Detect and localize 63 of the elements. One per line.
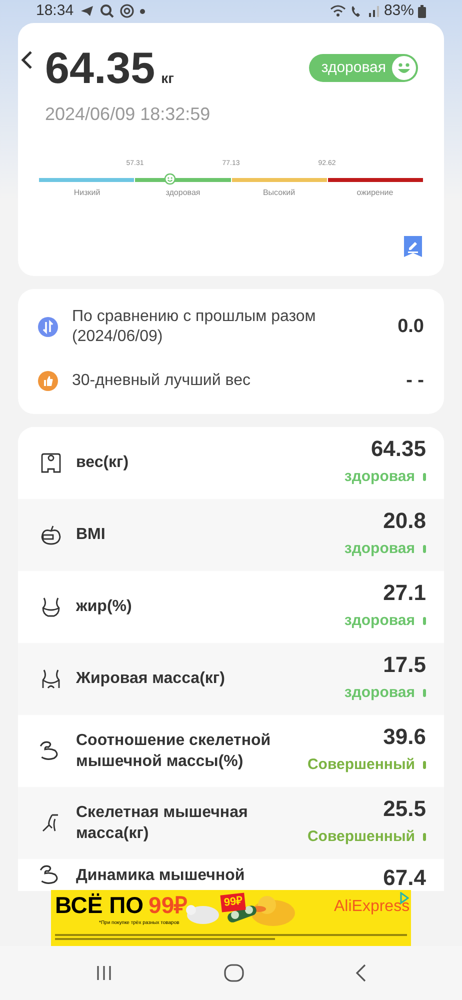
metric-value: 64.35 xyxy=(370,436,426,462)
metric-status: Совершенный xyxy=(307,754,415,774)
clock: 18:34 xyxy=(36,0,74,21)
up-down-arrows-icon xyxy=(38,317,58,337)
range-label: здоровая xyxy=(166,187,200,199)
signal-icon xyxy=(368,5,380,17)
comparison-value: - - xyxy=(406,369,424,393)
metric-label: Динамика мышечной xyxy=(76,866,246,886)
level-tick-icon xyxy=(423,616,426,625)
level-tick-icon xyxy=(423,688,426,697)
apple-icon xyxy=(40,524,62,546)
metric-row[interactable]: Жировая масса(кг) 17.5 здоровая xyxy=(18,642,444,714)
metric-value: 67.4 xyxy=(383,864,426,890)
metric-label: Жировая масса(кг) xyxy=(76,669,226,689)
range-label: Высокий xyxy=(262,187,296,199)
measurement-date: 2024/06/09 18:32:59 xyxy=(45,103,210,126)
level-tick-icon xyxy=(423,472,426,481)
battery-icon xyxy=(418,4,426,18)
metric-row[interactable]: BMI 20.8 здоровая xyxy=(18,498,444,570)
metric-status: Совершенный xyxy=(307,826,415,846)
battery-percent: 83% xyxy=(384,0,414,21)
metric-row[interactable]: Скелетная мышечная масса(кг) 25.5 Совершенный xyxy=(18,786,444,858)
recent-apps-icon[interactable] xyxy=(95,965,114,981)
comparison-label: По сравнению с прошлым разом (2024/06/09) xyxy=(72,307,317,347)
search-icon xyxy=(100,4,114,18)
weight-value: 64.35 xyxy=(45,47,156,91)
weight-unit: кг xyxy=(161,69,174,88)
thumbs-up-icon xyxy=(38,371,58,392)
status-label: здоровая xyxy=(321,58,386,78)
metric-label: Соотношение скелетной мышечной массы(%) xyxy=(76,730,272,772)
ad-price-tag: 99₽ xyxy=(220,892,246,912)
ad-price: 99₽ xyxy=(148,894,188,917)
metric-value: 25.5 xyxy=(383,796,426,822)
range-label: Низкий xyxy=(74,187,100,199)
comparison-label: 30-дневный лучший вес xyxy=(72,371,252,392)
metric-status: здоровая xyxy=(344,682,415,702)
waist-icon xyxy=(40,596,62,618)
metric-status: здоровая xyxy=(344,466,415,486)
back-icon[interactable] xyxy=(354,964,367,982)
metric-value: 20.8 xyxy=(383,508,426,534)
hips-icon xyxy=(40,668,62,690)
metric-label: Скелетная мышечная масса(кг) xyxy=(76,802,249,844)
ad-headline: ВСЁ ПО xyxy=(55,894,144,917)
metric-label: вес(кг) xyxy=(76,453,130,473)
metric-value: 39.6 xyxy=(383,724,426,750)
metric-label: BMI xyxy=(76,525,106,545)
metric-value: 27.1 xyxy=(383,580,426,606)
dot-icon xyxy=(140,8,145,14)
home-icon[interactable] xyxy=(224,964,244,982)
back-icon[interactable] xyxy=(21,50,33,70)
level-tick-icon xyxy=(423,760,426,769)
metric-value: 17.5 xyxy=(383,652,426,678)
level-tick-icon xyxy=(423,544,426,553)
metric-status: здоровая xyxy=(344,610,415,630)
level-tick-icon xyxy=(423,832,426,841)
metric-label: жир(%) xyxy=(76,597,133,617)
metric-status: здоровая xyxy=(344,538,415,558)
edit-icon[interactable] xyxy=(404,236,422,257)
wifi-icon xyxy=(330,5,346,17)
comparison-value: 0.0 xyxy=(398,314,424,339)
scale-icon xyxy=(40,452,62,474)
range-label: ожирение xyxy=(356,187,394,199)
ad-brand: AliExpress xyxy=(334,899,410,915)
